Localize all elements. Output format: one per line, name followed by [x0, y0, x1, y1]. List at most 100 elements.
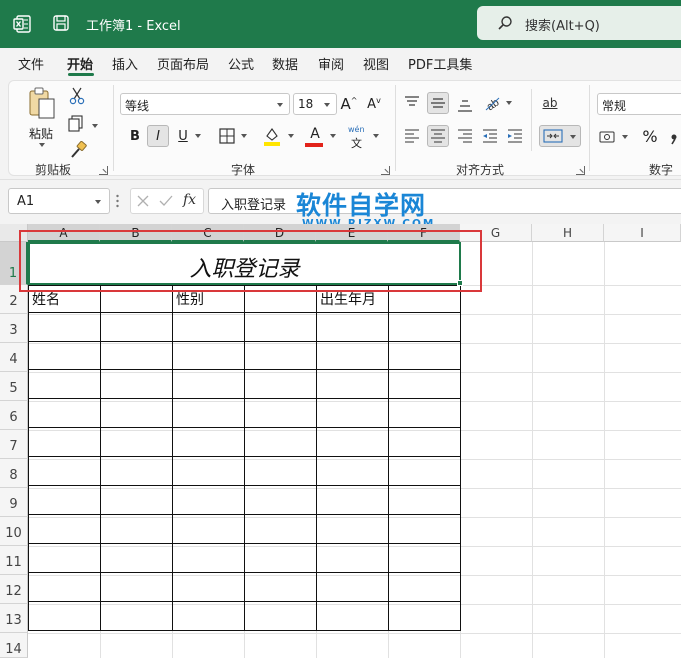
chevron-down-icon[interactable] — [506, 101, 512, 105]
row-header-3[interactable]: 3 — [0, 314, 28, 343]
row-header-12[interactable]: 12 — [0, 575, 28, 604]
font-size-select[interactable]: 18 — [293, 93, 337, 115]
fill-color-icon[interactable] — [263, 126, 281, 146]
row-header-5[interactable]: 5 — [0, 372, 28, 401]
align-center-button[interactable] — [427, 125, 449, 147]
formula-input[interactable]: 入职登记录 — [208, 188, 681, 214]
row-header-13[interactable]: 13 — [0, 604, 28, 633]
decrease-indent-icon[interactable] — [482, 129, 498, 143]
merge-center-button[interactable] — [539, 125, 581, 147]
tab-view[interactable]: 视图 — [363, 54, 389, 73]
tab-pdf-tools[interactable]: PDF工具集 — [408, 54, 472, 73]
comma-style-icon[interactable] — [667, 129, 681, 145]
chevron-down-icon[interactable] — [195, 134, 201, 138]
chevron-down-icon[interactable] — [373, 134, 379, 138]
tab-data[interactable]: 数据 — [272, 54, 298, 73]
cell-e2[interactable]: 出生年月 — [320, 289, 376, 309]
merged-title-cell[interactable]: 入职登记录 — [28, 242, 461, 285]
cut-icon[interactable] — [69, 87, 85, 105]
row-header-14[interactable]: 14 — [0, 633, 28, 658]
number-format-select[interactable]: 常规 — [597, 93, 681, 115]
table-border — [172, 285, 173, 631]
column-header-b[interactable]: B — [100, 224, 172, 242]
clipboard-group-label: 剪贴板 — [35, 163, 72, 177]
font-launcher-icon[interactable] — [381, 166, 390, 175]
select-all-button[interactable] — [0, 224, 28, 242]
alignment-launcher-icon[interactable] — [576, 166, 585, 175]
column-header-f[interactable]: F — [388, 224, 460, 242]
table-border — [28, 572, 461, 573]
grow-font-button[interactable]: A ^ — [339, 93, 359, 115]
bold-icon: B — [130, 128, 140, 144]
table-border — [28, 601, 461, 602]
chevron-down-icon[interactable] — [288, 134, 294, 138]
italic-button[interactable]: I — [147, 125, 169, 147]
wrap-text-icon: ab — [542, 96, 558, 110]
format-painter-icon[interactable] — [69, 141, 87, 159]
chevron-down-icon[interactable] — [622, 135, 628, 139]
row-header-1[interactable]: 1 — [0, 242, 28, 285]
copy-icon[interactable] — [67, 115, 85, 133]
search-box[interactable]: 搜索(Alt+Q) — [477, 6, 681, 40]
column-header-g[interactable]: G — [460, 224, 532, 242]
insert-function-button[interactable]: fx — [183, 192, 196, 208]
row-header-4[interactable]: 4 — [0, 343, 28, 372]
orientation-icon[interactable]: ab — [482, 92, 502, 112]
clipboard-launcher-icon[interactable] — [99, 166, 108, 175]
align-bottom-icon[interactable] — [457, 98, 473, 112]
increase-indent-icon[interactable] — [507, 129, 523, 143]
row-header-7[interactable]: 7 — [0, 430, 28, 459]
column-header-e[interactable]: E — [316, 224, 388, 242]
align-right-icon[interactable] — [457, 129, 473, 143]
column-header-a[interactable]: A — [28, 224, 100, 242]
tab-insert[interactable]: 插入 — [112, 54, 138, 73]
row-header-10[interactable]: 10 — [0, 517, 28, 546]
ribbon-panel: 粘贴 剪贴板 等线 18 A ^ A v B I U A wén 文 字体 ab… — [8, 80, 681, 177]
save-icon[interactable] — [52, 14, 70, 32]
more-options-icon[interactable] — [116, 194, 119, 208]
chevron-down-icon[interactable] — [330, 134, 336, 138]
align-left-icon[interactable] — [404, 129, 420, 143]
chevron-down-icon[interactable] — [241, 134, 247, 138]
font-name-select[interactable]: 等线 — [120, 93, 290, 115]
cancel-icon[interactable] — [137, 195, 149, 207]
gridline — [28, 372, 681, 373]
table-border — [316, 285, 317, 631]
tab-formulas[interactable]: 公式 — [228, 54, 254, 73]
row-header-9[interactable]: 9 — [0, 488, 28, 517]
align-middle-button[interactable] — [427, 92, 449, 114]
tab-file[interactable]: 文件 — [18, 54, 44, 73]
tab-home[interactable]: 开始 — [67, 54, 93, 73]
cell-c2[interactable]: 性别 — [176, 289, 204, 309]
tab-review[interactable]: 审阅 — [318, 54, 344, 73]
shrink-font-button[interactable]: Av — [364, 93, 384, 115]
row-header-2[interactable]: 2 — [0, 285, 28, 314]
bold-button[interactable]: B — [125, 125, 145, 147]
column-header-c[interactable]: C — [172, 224, 244, 242]
column-header-h[interactable]: H — [532, 224, 604, 242]
table-border — [28, 485, 461, 486]
underline-button[interactable]: U — [174, 125, 192, 147]
name-box[interactable]: A1 — [8, 188, 110, 214]
paste-button[interactable]: 粘贴 — [25, 87, 59, 147]
tab-page-layout[interactable]: 页面布局 — [157, 54, 209, 73]
column-header-d[interactable]: D — [244, 224, 316, 242]
phonetic-button[interactable]: wén 文 — [345, 123, 369, 150]
enter-icon[interactable] — [159, 195, 173, 207]
font-color-button[interactable]: A — [305, 125, 325, 143]
fill-handle[interactable] — [457, 280, 463, 286]
wrap-text-button[interactable]: ab — [539, 92, 561, 114]
row-header-6[interactable]: 6 — [0, 401, 28, 430]
chevron-down-icon[interactable] — [92, 124, 98, 128]
font-group-label: 字体 — [231, 163, 256, 177]
title-cell-text: 入职登记录 — [189, 257, 300, 282]
row-header-8[interactable]: 8 — [0, 459, 28, 488]
accounting-format-icon[interactable] — [599, 129, 619, 145]
cell-a2[interactable]: 姓名 — [32, 289, 60, 309]
row-header-11[interactable]: 11 — [0, 546, 28, 575]
column-header-i[interactable]: I — [604, 224, 681, 242]
table-border — [28, 341, 461, 342]
align-top-icon[interactable] — [404, 96, 420, 110]
percent-style-button[interactable]: % — [639, 125, 661, 147]
borders-icon[interactable] — [219, 128, 235, 144]
